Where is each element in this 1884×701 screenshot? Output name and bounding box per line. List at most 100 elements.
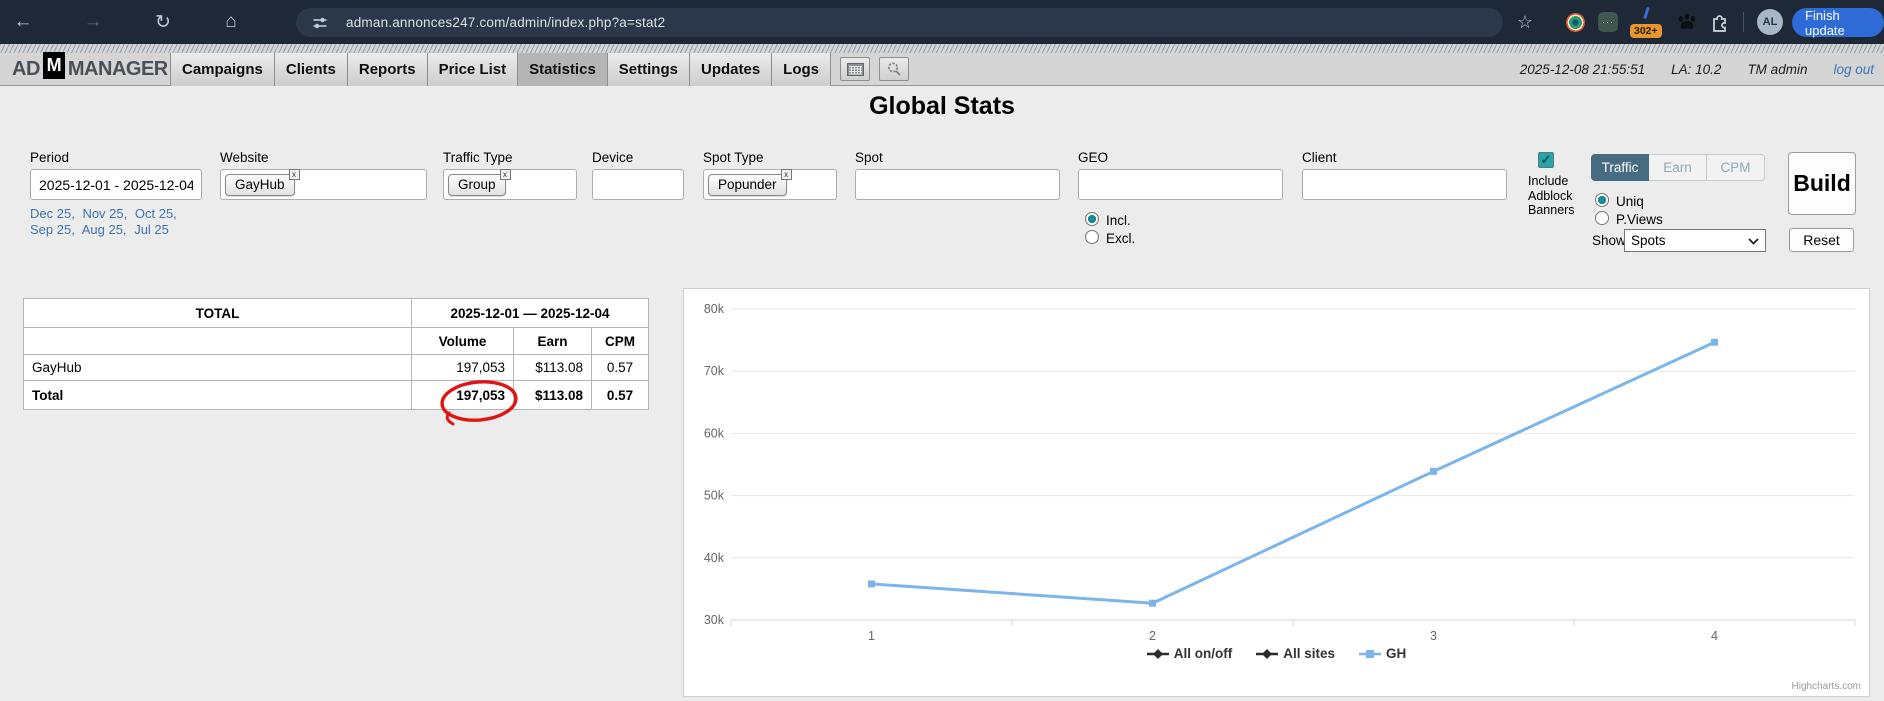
quick-link-month[interactable]: Aug 25,	[82, 222, 127, 237]
metric-tab-cpm[interactable]: CPM	[1707, 154, 1765, 181]
legend-item-gh[interactable]: GH	[1359, 646, 1406, 661]
adblock-checkbox[interactable]: ✓	[1538, 152, 1554, 168]
home-icon[interactable]: ⌂	[214, 0, 248, 44]
quick-link-month[interactable]: Oct 25,	[135, 206, 177, 221]
geo-input[interactable]	[1078, 169, 1283, 200]
keypad-button[interactable]	[840, 57, 870, 81]
metric-tabs: Traffic Earn CPM	[1591, 154, 1765, 181]
diamond-marker-icon	[1256, 648, 1278, 660]
logout-link[interactable]: log out	[1833, 62, 1874, 77]
extension-color-icon[interactable]	[1566, 13, 1585, 32]
logo-suffix: MANAGER	[68, 58, 168, 81]
nav-tabs: Campaigns Clients Reports Price List Sta…	[170, 53, 909, 86]
back-icon[interactable]: ←	[6, 0, 40, 44]
extension-badge-icon[interactable]: 302+	[1630, 6, 1664, 40]
extensions-puzzle-icon[interactable]	[1708, 11, 1730, 38]
avatar[interactable]: AL	[1757, 9, 1783, 35]
quick-link-month[interactable]: Sep 25,	[30, 222, 75, 237]
nav-status: 2025-12-08 21:55:51 LA: 10.2 TM admin lo…	[1520, 53, 1874, 86]
search-button[interactable]	[879, 57, 909, 81]
table-empty-cell	[24, 328, 412, 355]
show-select-value: Spots	[1631, 233, 1666, 248]
geo-label: GEO	[1078, 150, 1108, 165]
square-marker-icon	[1359, 648, 1381, 660]
tab-clients[interactable]: Clients	[275, 53, 348, 86]
keypad-icon	[847, 63, 864, 76]
pviews-radio[interactable]	[1595, 211, 1609, 225]
server-timestamp: 2025-12-08 21:55:51	[1520, 62, 1645, 77]
quick-link-month[interactable]: Jul 25	[134, 222, 169, 237]
reset-button[interactable]: Reset	[1789, 228, 1854, 252]
spot-input[interactable]	[855, 169, 1060, 200]
total-cpm: 0.57	[592, 381, 649, 410]
table-row: GayHub 197,053 $113.08 0.57	[24, 355, 649, 381]
refresh-icon[interactable]: ↻	[146, 0, 180, 44]
toolbar-divider	[1743, 12, 1744, 32]
address-bar[interactable]: adman.annonces247.com/admin/index.php?a=…	[296, 8, 1503, 37]
tab-settings[interactable]: Settings	[608, 53, 690, 86]
row-site-name: GayHub	[24, 355, 412, 381]
website-chip[interactable]: GayHubx	[225, 174, 295, 196]
col-earn: Earn	[514, 328, 592, 355]
col-volume: Volume	[412, 328, 514, 355]
legend-label: All sites	[1283, 646, 1335, 661]
chip-remove-icon[interactable]: x	[289, 169, 300, 180]
x-axis-tick: 4	[1711, 629, 1718, 643]
bookmark-star-icon[interactable]: ☆	[1511, 0, 1539, 44]
metric-tab-traffic[interactable]: Traffic	[1591, 154, 1649, 181]
admin-nav-bar: AD M MANAGER Campaigns Clients Reports P…	[0, 53, 1884, 86]
traffic-type-input[interactable]: Groupx	[443, 169, 577, 200]
spot-type-input[interactable]: Popunderx	[703, 169, 837, 200]
extension-dots-icon[interactable]: ···	[1598, 12, 1618, 32]
chevron-down-icon	[1748, 233, 1759, 248]
legend-item-all-on-off[interactable]: All on/off	[1147, 646, 1232, 661]
tab-updates[interactable]: Updates	[690, 53, 772, 86]
legend-label: All on/off	[1174, 646, 1232, 661]
tab-logs[interactable]: Logs	[772, 53, 831, 86]
device-input[interactable]	[592, 169, 684, 200]
table-total-row: Total 197,053 $113.08 0.57	[24, 381, 649, 410]
show-label: Show	[1592, 233, 1626, 248]
legend-item-all-sites[interactable]: All sites	[1256, 646, 1335, 661]
period-input[interactable]	[30, 169, 202, 200]
logo-m-icon: M	[43, 52, 65, 79]
chip-remove-icon[interactable]: x	[500, 169, 511, 180]
row-cpm: 0.57	[592, 355, 649, 381]
build-button[interactable]: Build	[1788, 152, 1856, 215]
geo-incl-label: Incl.	[1106, 213, 1131, 228]
forward-icon[interactable]: →	[76, 0, 110, 44]
app-logo: AD M MANAGER	[12, 53, 168, 86]
quick-link-month[interactable]: Dec 25,	[30, 206, 75, 221]
site-info-icon[interactable]	[311, 14, 329, 32]
adblock-label-line: Banners	[1528, 203, 1575, 218]
chart-legend: All on/off All sites GH	[684, 646, 1869, 661]
uniq-radio[interactable]	[1595, 193, 1609, 207]
tab-statistics[interactable]: Statistics	[518, 53, 608, 86]
paw-extension-icon[interactable]	[1676, 12, 1698, 37]
total-earn: $113.08	[514, 381, 592, 410]
adblock-label: Include Adblock Banners	[1528, 174, 1575, 218]
client-input[interactable]	[1302, 169, 1507, 200]
current-user: TM admin	[1747, 62, 1807, 77]
row-volume: 197,053	[412, 355, 514, 381]
geo-incl-radio[interactable]	[1085, 212, 1099, 226]
y-axis-tick: 40k	[704, 551, 725, 565]
geo-excl-radio[interactable]	[1085, 230, 1099, 244]
adblock-label-line: Include	[1528, 174, 1575, 189]
website-input[interactable]: GayHubx	[220, 169, 427, 200]
search-gear-icon	[886, 61, 902, 77]
show-select[interactable]: Spots	[1624, 229, 1766, 252]
tab-reports[interactable]: Reports	[348, 53, 428, 86]
tab-price-list[interactable]: Price List	[428, 53, 519, 86]
metric-tab-earn[interactable]: Earn	[1649, 154, 1707, 181]
traffic-type-chip[interactable]: Groupx	[448, 174, 506, 196]
url-text: adman.annonces247.com/admin/index.php?a=…	[346, 15, 665, 30]
chip-remove-icon[interactable]: x	[781, 169, 792, 180]
quick-link-month[interactable]: Nov 25,	[82, 206, 127, 221]
tab-campaigns[interactable]: Campaigns	[170, 53, 275, 86]
spot-type-chip[interactable]: Popunderx	[708, 174, 787, 196]
traffic-type-chip-label: Group	[458, 177, 496, 192]
spot-label: Spot	[855, 150, 883, 165]
finish-update-button[interactable]: Finish update	[1792, 8, 1884, 37]
row-earn: $113.08	[514, 355, 592, 381]
